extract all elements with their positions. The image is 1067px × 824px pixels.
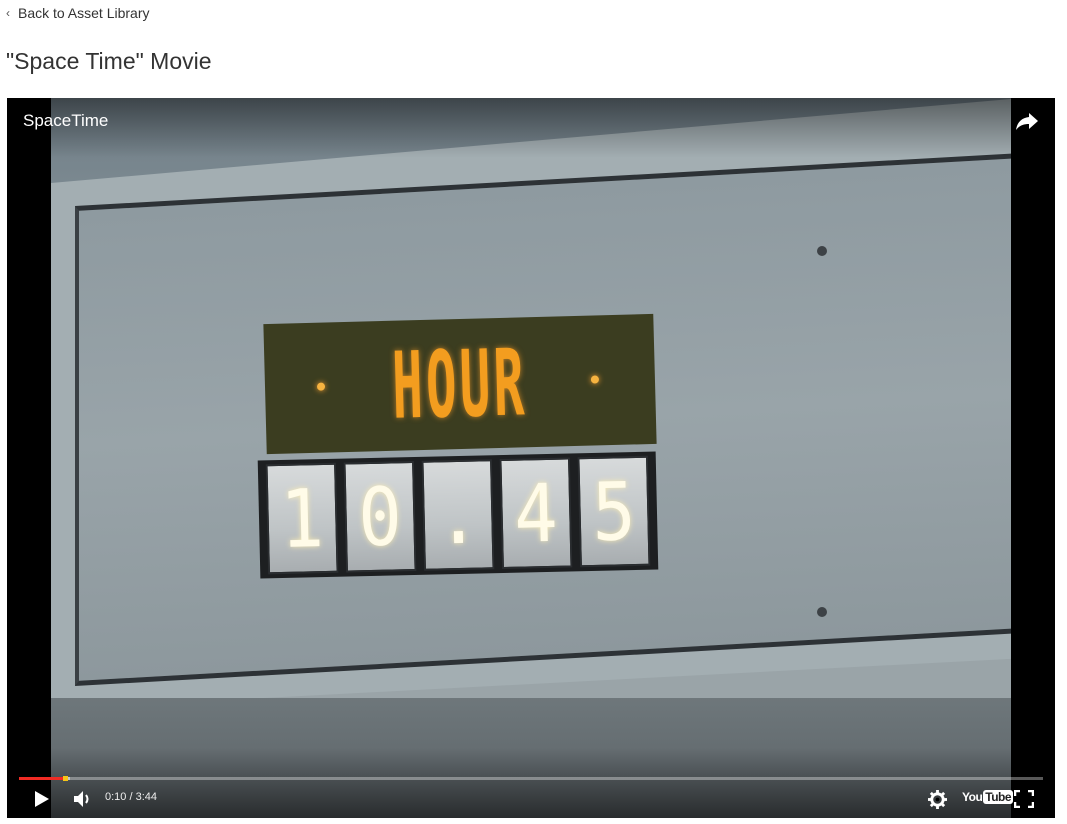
fullscreen-icon[interactable] — [1014, 790, 1034, 808]
hour-sign-text: HOUR — [391, 328, 529, 440]
clock-digit: 5 — [577, 455, 651, 568]
chevron-left-icon: ‹ — [6, 6, 10, 20]
clock-digit: . — [421, 459, 495, 571]
video-title-link[interactable]: SpaceTime — [23, 111, 108, 131]
clock-digit: 4 — [499, 457, 573, 570]
youtube-logo-you: You — [962, 790, 983, 804]
video-player[interactable]: HOUR 1 0 . 4 5 SpaceTime 0:10 / 3:44 You… — [7, 98, 1055, 818]
back-to-asset-library-link[interactable]: ‹ Back to Asset Library — [6, 5, 150, 21]
clock-digit: 0 — [343, 460, 417, 573]
volume-icon[interactable] — [73, 790, 93, 808]
back-link-label: Back to Asset Library — [18, 5, 150, 21]
time-display: 0:10 / 3:44 — [105, 791, 157, 803]
youtube-logo-tube: Tube — [983, 790, 1014, 804]
progress-played — [19, 777, 66, 780]
progress-handle[interactable] — [63, 776, 69, 781]
screw-detail — [817, 607, 827, 617]
progress-bar[interactable] — [19, 776, 1043, 781]
play-icon[interactable] — [33, 790, 51, 808]
screw-detail — [817, 246, 827, 256]
hour-sign: HOUR — [263, 313, 657, 455]
sign-dot — [316, 382, 326, 391]
clock-digits: 1 0 . 4 5 — [257, 451, 659, 579]
video-frame[interactable]: HOUR 1 0 . 4 5 — [51, 98, 1011, 818]
top-overlay — [7, 98, 1055, 158]
controls-bar — [7, 748, 1055, 818]
youtube-logo[interactable]: You Tube — [962, 790, 1014, 804]
share-icon[interactable] — [1015, 110, 1039, 132]
clock-digit: 1 — [265, 462, 339, 575]
sign-dot — [590, 375, 600, 384]
settings-gear-icon[interactable] — [928, 790, 947, 809]
page-title: "Space Time" Movie — [6, 48, 212, 74]
